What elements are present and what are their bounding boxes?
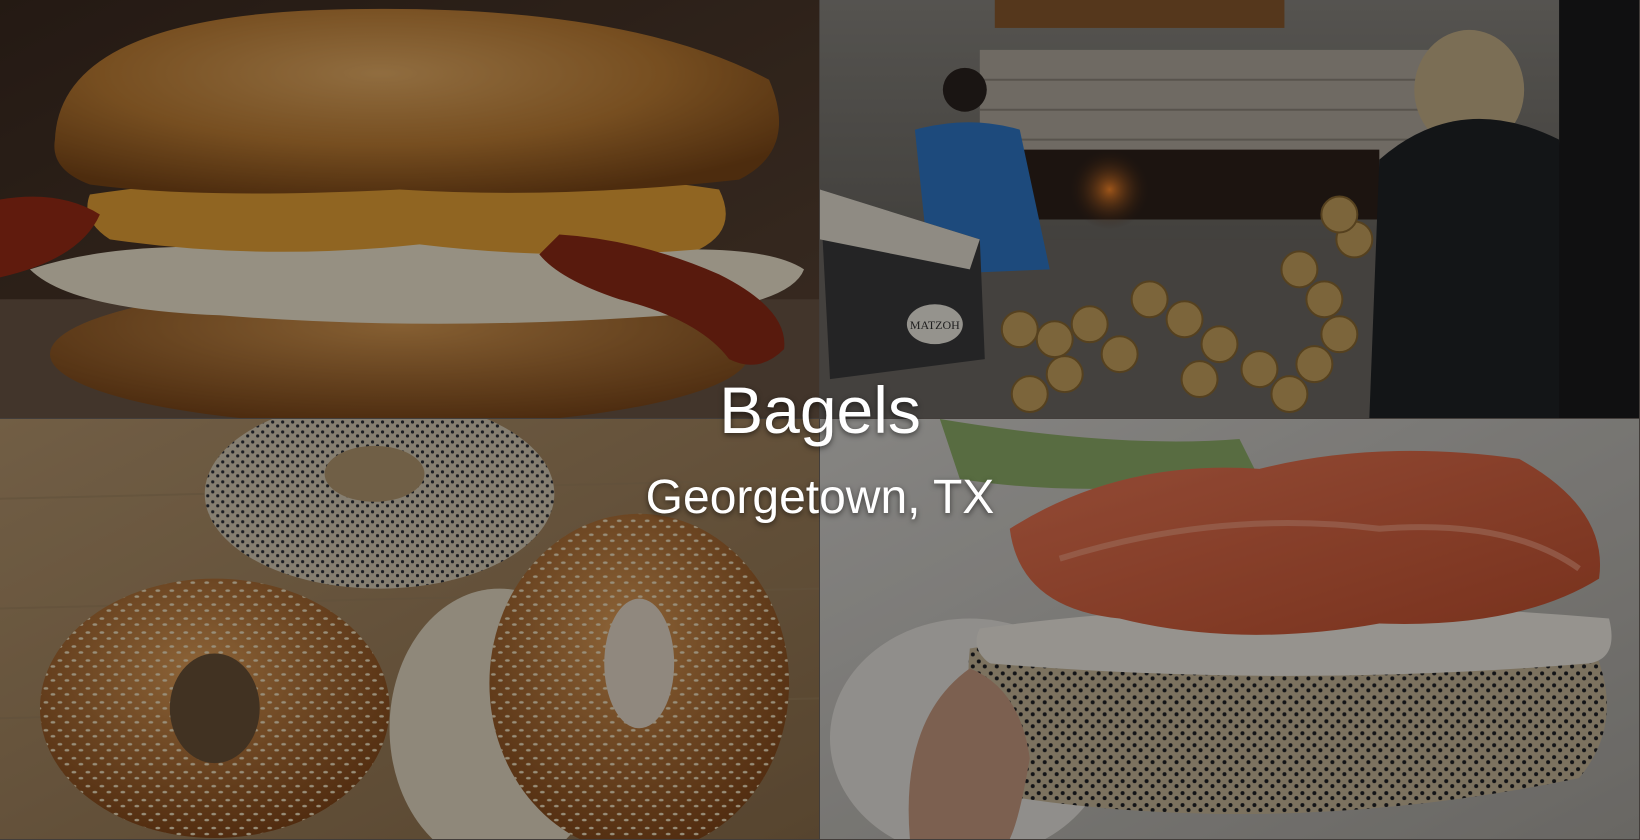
bagel-bakery-image: MATZOH [820,0,1639,418]
bagel-bakery-oven-photo: MATZOH [820,0,1640,419]
basket-sign-label: MATZOH [910,318,960,332]
hero-headline: Bagels Georgetown, TX [0,372,1640,526]
breakfast-sandwich-image [0,0,819,418]
breakfast-sandwich-photo [0,0,820,419]
page-title: Bagels [719,373,921,447]
location-subtitle: Georgetown, TX [645,471,995,524]
